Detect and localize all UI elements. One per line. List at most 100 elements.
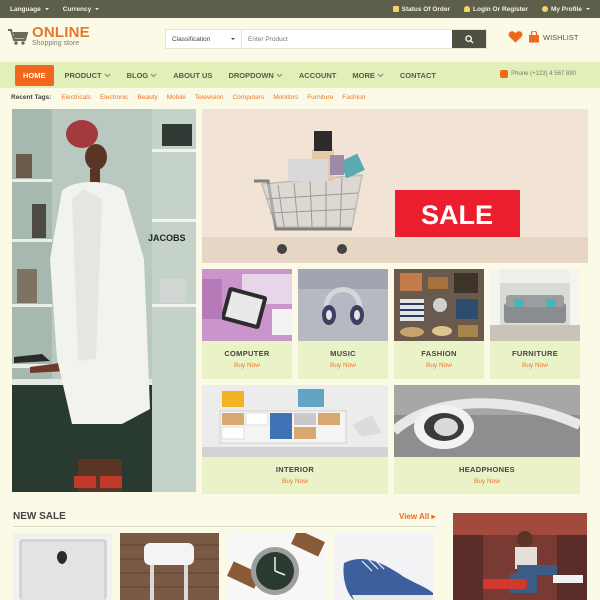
computer-image	[202, 269, 292, 341]
nav-dropdown-label: DROPDOWN	[228, 70, 274, 80]
buy-now-link[interactable]: Buy Now	[490, 362, 580, 369]
language-dropdown[interactable]: Language	[10, 6, 49, 13]
music-image	[298, 269, 388, 341]
category-title: FASHION	[421, 349, 457, 358]
new-sale-title: NEW SALE	[13, 511, 66, 522]
currency-dropdown[interactable]: Currency	[63, 6, 100, 13]
chevron-down-icon	[104, 73, 110, 77]
category-card-interior[interactable]: INTERIOR Buy Now	[202, 385, 388, 494]
product-card-watch[interactable]	[227, 533, 326, 600]
order-status-link[interactable]: Status Of Order	[392, 6, 450, 13]
header: ONLINE Shopping store Classification WIS…	[0, 18, 600, 60]
wishlist-label: WISHLIST	[543, 32, 579, 42]
nav-blog-label: BLOG	[126, 70, 149, 80]
truck-icon	[392, 6, 399, 12]
laptop-image	[13, 533, 112, 600]
wishlist-link[interactable]: WISHLIST	[528, 31, 578, 43]
tag-link[interactable]: Furniture	[307, 94, 333, 101]
heart-icon[interactable]	[508, 30, 523, 44]
fashion-image	[394, 269, 484, 341]
category-card-headphones[interactable]: HEADPHONES Buy Now	[394, 385, 580, 494]
nav-blog[interactable]: BLOG	[119, 62, 166, 88]
chevron-down-icon	[150, 73, 157, 77]
nav-home-label: HOME	[23, 70, 46, 80]
phone-number: Phone (+123) 4 567 890	[511, 71, 576, 77]
nav-more-label: MORE	[352, 70, 375, 80]
chevron-down-icon	[586, 8, 590, 10]
chevron-down-icon	[377, 73, 384, 77]
sale-banner[interactable]: SALE	[202, 109, 588, 263]
main-nav: HOME PRODUCT BLOG ABOUT US DROPDOWN ACCO…	[0, 62, 600, 88]
headphones-image	[394, 385, 580, 457]
chevron-down-icon	[95, 8, 100, 10]
nav-more[interactable]: MORE	[344, 62, 392, 88]
divider	[13, 526, 436, 527]
user-icon	[541, 6, 548, 12]
category-card-computer[interactable]: COMPUTER Buy Now	[202, 269, 292, 379]
buy-now-link[interactable]: Buy Now	[202, 362, 292, 369]
search-icon	[464, 34, 474, 44]
category-card-fashion[interactable]: FASHION Buy Now	[394, 269, 484, 379]
chevron-down-icon	[231, 38, 235, 40]
top-bar: Language Currency Status Of Order Login …	[0, 0, 600, 18]
nav-account[interactable]: ACCOUNT	[291, 62, 345, 88]
logo[interactable]: ONLINE Shopping store	[8, 25, 90, 48]
category-select[interactable]: Classification	[166, 30, 242, 48]
nav-home[interactable]: HOME	[15, 64, 54, 86]
login-link[interactable]: Login Or Register	[464, 6, 528, 13]
tag-link[interactable]: Electricals	[61, 94, 91, 101]
tag-link[interactable]: Mobile	[167, 94, 186, 101]
sale-text: SALE	[421, 200, 493, 230]
tag-link[interactable]: Computers	[232, 94, 264, 101]
nav-dropdown[interactable]: DROPDOWN	[220, 62, 290, 88]
chair-image	[120, 533, 219, 600]
category-title: HEADPHONES	[459, 465, 515, 474]
nav-product[interactable]: PRODUCT	[57, 62, 119, 88]
nav-contact[interactable]: CONTACT	[392, 62, 444, 88]
profile-dropdown[interactable]: My Profile	[541, 6, 590, 13]
view-all-link[interactable]: View All ▸	[399, 512, 435, 521]
shopping-bag-icon	[529, 31, 539, 43]
search-button[interactable]	[452, 30, 486, 48]
currency-label: Currency	[62, 5, 92, 13]
category-card-music[interactable]: MUSIC Buy Now	[298, 269, 388, 379]
recent-tags-label: Recent Tags:	[11, 94, 52, 101]
product-card-shoes[interactable]	[334, 533, 433, 600]
category-card-furniture[interactable]: FURNITURE Buy Now	[490, 269, 580, 379]
tag-link[interactable]: Fashion	[342, 94, 365, 101]
fashion-banner-image: JACOBS	[12, 109, 196, 492]
category-title: MUSIC	[330, 349, 356, 358]
cart-logo-icon	[8, 29, 28, 45]
buy-now-link[interactable]: Buy Now	[298, 362, 388, 369]
language-label: Language	[10, 5, 41, 13]
nav-account-label: ACCOUNT	[298, 70, 337, 80]
sale-banner-image: SALE	[202, 109, 588, 263]
tag-link[interactable]: Beauty	[138, 94, 158, 101]
interior-image	[202, 385, 388, 457]
category-title: COMPUTER	[224, 349, 270, 358]
tag-link[interactable]: Monitors	[273, 94, 298, 101]
fashion-banner[interactable]: JACOBS	[12, 109, 196, 492]
nav-product-label: PRODUCT	[64, 70, 102, 80]
buy-now-link[interactable]: Buy Now	[394, 362, 484, 369]
recent-tags: Recent Tags: Electricals Electronic Beau…	[11, 94, 365, 101]
buy-now-link[interactable]: Buy Now	[394, 478, 580, 485]
product-card-laptop[interactable]	[13, 533, 112, 600]
phone-icon	[500, 70, 509, 78]
nav-about[interactable]: ABOUT US	[165, 62, 220, 88]
category-select-value: Classification	[172, 35, 211, 43]
search-input[interactable]	[242, 30, 452, 48]
watch-image	[227, 533, 326, 600]
product-card-chair[interactable]	[120, 533, 219, 600]
tag-link[interactable]: Electronic	[100, 94, 129, 101]
chevron-down-icon	[276, 73, 283, 77]
login-label: Login Or Register	[473, 5, 528, 13]
tag-link[interactable]: Television	[195, 94, 224, 101]
chevron-right-icon: ▸	[431, 512, 436, 521]
nav-about-label: ABOUT US	[173, 70, 213, 80]
lock-icon	[464, 6, 471, 12]
category-title: FURNITURE	[511, 349, 559, 358]
buy-now-link[interactable]: Buy Now	[202, 478, 388, 485]
promo-side-banner[interactable]	[453, 513, 587, 600]
view-all-label: View All	[399, 512, 430, 521]
